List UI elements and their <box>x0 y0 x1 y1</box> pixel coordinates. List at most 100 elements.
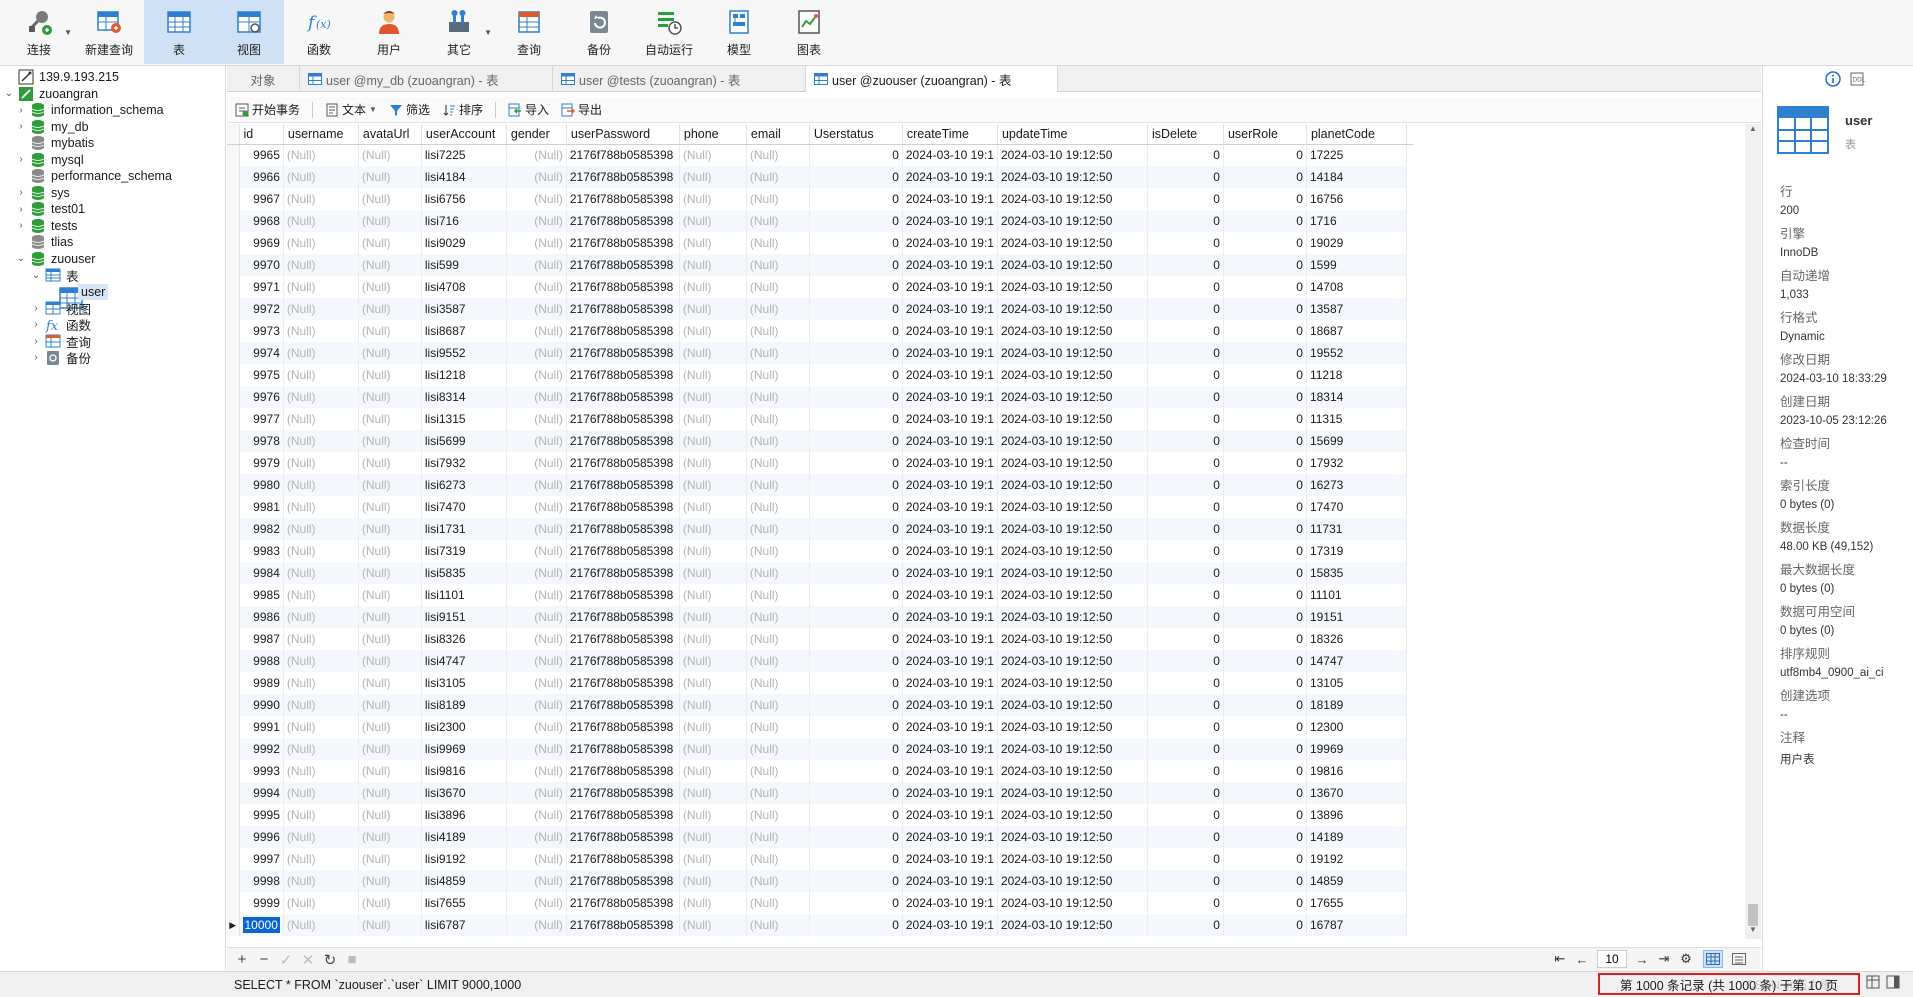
column-header-userRole[interactable]: userRole <box>1223 124 1307 145</box>
cell-updatetime[interactable]: 2024-03-10 19:12:50 <box>997 474 1148 496</box>
cell-userpassword[interactable]: 2176f788b0585398 <box>566 914 680 936</box>
cell-useraccount[interactable]: lisi9029 <box>421 232 507 254</box>
cell-updatetime[interactable]: 2024-03-10 19:12:50 <box>997 276 1148 298</box>
cell-userstatus[interactable]: 0 <box>809 606 903 628</box>
cell-userpassword[interactable]: 2176f788b0585398 <box>566 716 680 738</box>
cell-phone[interactable]: (Null) <box>679 518 747 540</box>
cell-isdelete[interactable]: 0 <box>1147 518 1224 540</box>
sort-button[interactable]: 排序 <box>442 101 483 118</box>
cell-userpassword[interactable]: 2176f788b0585398 <box>566 276 680 298</box>
discard-changes-button[interactable]: ✕ <box>297 951 319 969</box>
cell-username[interactable]: (Null) <box>283 188 359 210</box>
tab-3[interactable]: user @zuouser (zuoangran) - 表 <box>806 66 1058 92</box>
cell-gender[interactable]: (Null) <box>506 606 567 628</box>
cell-userpassword[interactable]: 2176f788b0585398 <box>566 672 680 694</box>
cell-createtime[interactable]: 2024-03-10 19:1 <box>902 254 998 276</box>
table-row[interactable]: 9990 (Null) (Null) lisi8189 (Null) 2176f788b0… <box>227 694 1413 716</box>
cell-createtime[interactable]: 2024-03-10 19:1 <box>902 716 998 738</box>
cell-isdelete[interactable]: 0 <box>1147 870 1224 892</box>
add-record-button[interactable]: + <box>231 951 253 969</box>
cell-planetcode[interactable]: 13587 <box>1306 298 1407 320</box>
cell-gender[interactable]: (Null) <box>506 430 567 452</box>
cell-gender[interactable]: (Null) <box>506 210 567 232</box>
cell-planetcode[interactable]: 17932 <box>1306 452 1407 474</box>
cell-email[interactable]: (Null) <box>746 342 810 364</box>
cell-isdelete[interactable]: 0 <box>1147 298 1224 320</box>
column-header-isDelete[interactable]: isDelete <box>1147 124 1224 145</box>
cell-userrole[interactable]: 0 <box>1223 474 1307 496</box>
cell-useraccount[interactable]: lisi7932 <box>421 452 507 474</box>
table-row[interactable]: 9999 (Null) (Null) lisi7655 (Null) 2176f788b0… <box>227 892 1413 914</box>
cell-planetcode[interactable]: 14859 <box>1306 870 1407 892</box>
cell-phone[interactable]: (Null) <box>679 584 747 606</box>
cell-planetcode[interactable]: 16787 <box>1306 914 1407 936</box>
cell-email[interactable]: (Null) <box>746 716 810 738</box>
cell-avataurl[interactable]: (Null) <box>358 408 422 430</box>
grid-status-icon[interactable] <box>1866 975 1880 989</box>
cell-email[interactable]: (Null) <box>746 826 810 848</box>
cell-planetcode[interactable]: 12300 <box>1306 716 1407 738</box>
cell-userrole[interactable]: 0 <box>1223 144 1307 166</box>
last-page-button[interactable]: ⇥ <box>1653 951 1675 967</box>
cell-gender[interactable]: (Null) <box>506 584 567 606</box>
cell-planetcode[interactable]: 18314 <box>1306 386 1407 408</box>
refresh-button[interactable]: ↻ <box>319 951 341 969</box>
cell-userstatus[interactable]: 0 <box>809 716 903 738</box>
cell-createtime[interactable]: 2024-03-10 19:1 <box>902 782 998 804</box>
cell-createtime[interactable]: 2024-03-10 19:1 <box>902 408 998 430</box>
cell-planetcode[interactable]: 13105 <box>1306 672 1407 694</box>
cell-userpassword[interactable]: 2176f788b0585398 <box>566 452 680 474</box>
cell-planetcode[interactable]: 17225 <box>1306 144 1407 166</box>
cell-useraccount[interactable]: lisi9151 <box>421 606 507 628</box>
cell-createtime[interactable]: 2024-03-10 19:1 <box>902 804 998 826</box>
table-row[interactable]: 9976 (Null) (Null) lisi8314 (Null) 2176f788b0… <box>227 386 1413 408</box>
cell-avataurl[interactable]: (Null) <box>358 254 422 276</box>
cell-phone[interactable]: (Null) <box>679 870 747 892</box>
cell-planetcode[interactable]: 15699 <box>1306 430 1407 452</box>
cell-id[interactable]: 9993 <box>239 760 284 782</box>
cell-userpassword[interactable]: 2176f788b0585398 <box>566 430 680 452</box>
cell-planetcode[interactable]: 19192 <box>1306 848 1407 870</box>
cell-avataurl[interactable]: (Null) <box>358 518 422 540</box>
table-row[interactable]: ▶ 10000 (Null) (Null) lisi6787 (Null) 2176f788… <box>227 914 1413 936</box>
cell-avataurl[interactable]: (Null) <box>358 804 422 826</box>
cell-avataurl[interactable]: (Null) <box>358 738 422 760</box>
cell-username[interactable]: (Null) <box>283 166 359 188</box>
table-row[interactable]: 9985 (Null) (Null) lisi1101 (Null) 2176f788b0… <box>227 584 1413 606</box>
cell-useraccount[interactable]: lisi3105 <box>421 672 507 694</box>
cell-email[interactable]: (Null) <box>746 672 810 694</box>
cell-email[interactable]: (Null) <box>746 738 810 760</box>
cell-updatetime[interactable]: 2024-03-10 19:12:50 <box>997 364 1148 386</box>
cell-userstatus[interactable]: 0 <box>809 210 903 232</box>
cell-userrole[interactable]: 0 <box>1223 892 1307 914</box>
cell-isdelete[interactable]: 0 <box>1147 540 1224 562</box>
cell-phone[interactable]: (Null) <box>679 738 747 760</box>
cell-avataurl[interactable]: (Null) <box>358 848 422 870</box>
cell-email[interactable]: (Null) <box>746 782 810 804</box>
cell-updatetime[interactable]: 2024-03-10 19:12:50 <box>997 540 1148 562</box>
cell-userstatus[interactable]: 0 <box>809 386 903 408</box>
cell-id[interactable]: 9978 <box>239 430 284 452</box>
cell-updatetime[interactable]: 2024-03-10 19:12:50 <box>997 870 1148 892</box>
cell-isdelete[interactable]: 0 <box>1147 386 1224 408</box>
cell-userrole[interactable]: 0 <box>1223 562 1307 584</box>
cell-userstatus[interactable]: 0 <box>809 342 903 364</box>
cell-userrole[interactable]: 0 <box>1223 276 1307 298</box>
cell-phone[interactable]: (Null) <box>679 606 747 628</box>
cell-gender[interactable]: (Null) <box>506 672 567 694</box>
cell-planetcode[interactable]: 14708 <box>1306 276 1407 298</box>
cell-phone[interactable]: (Null) <box>679 298 747 320</box>
cell-userrole[interactable]: 0 <box>1223 782 1307 804</box>
table-row[interactable]: 9966 (Null) (Null) lisi4184 (Null) 2176f788b0… <box>227 166 1413 188</box>
cell-useraccount[interactable]: lisi9192 <box>421 848 507 870</box>
table-toolbar-button[interactable]: 表 <box>144 0 214 64</box>
cell-useraccount[interactable]: lisi2300 <box>421 716 507 738</box>
cell-userpassword[interactable]: 2176f788b0585398 <box>566 870 680 892</box>
cell-useraccount[interactable]: lisi9969 <box>421 738 507 760</box>
table-row[interactable]: 9977 (Null) (Null) lisi1315 (Null) 2176f788b0… <box>227 408 1413 430</box>
cell-id[interactable]: 9970 <box>239 254 284 276</box>
cell-id[interactable]: 9966 <box>239 166 284 188</box>
cell-useraccount[interactable]: lisi6273 <box>421 474 507 496</box>
cell-userrole[interactable]: 0 <box>1223 804 1307 826</box>
cell-updatetime[interactable]: 2024-03-10 19:12:50 <box>997 518 1148 540</box>
